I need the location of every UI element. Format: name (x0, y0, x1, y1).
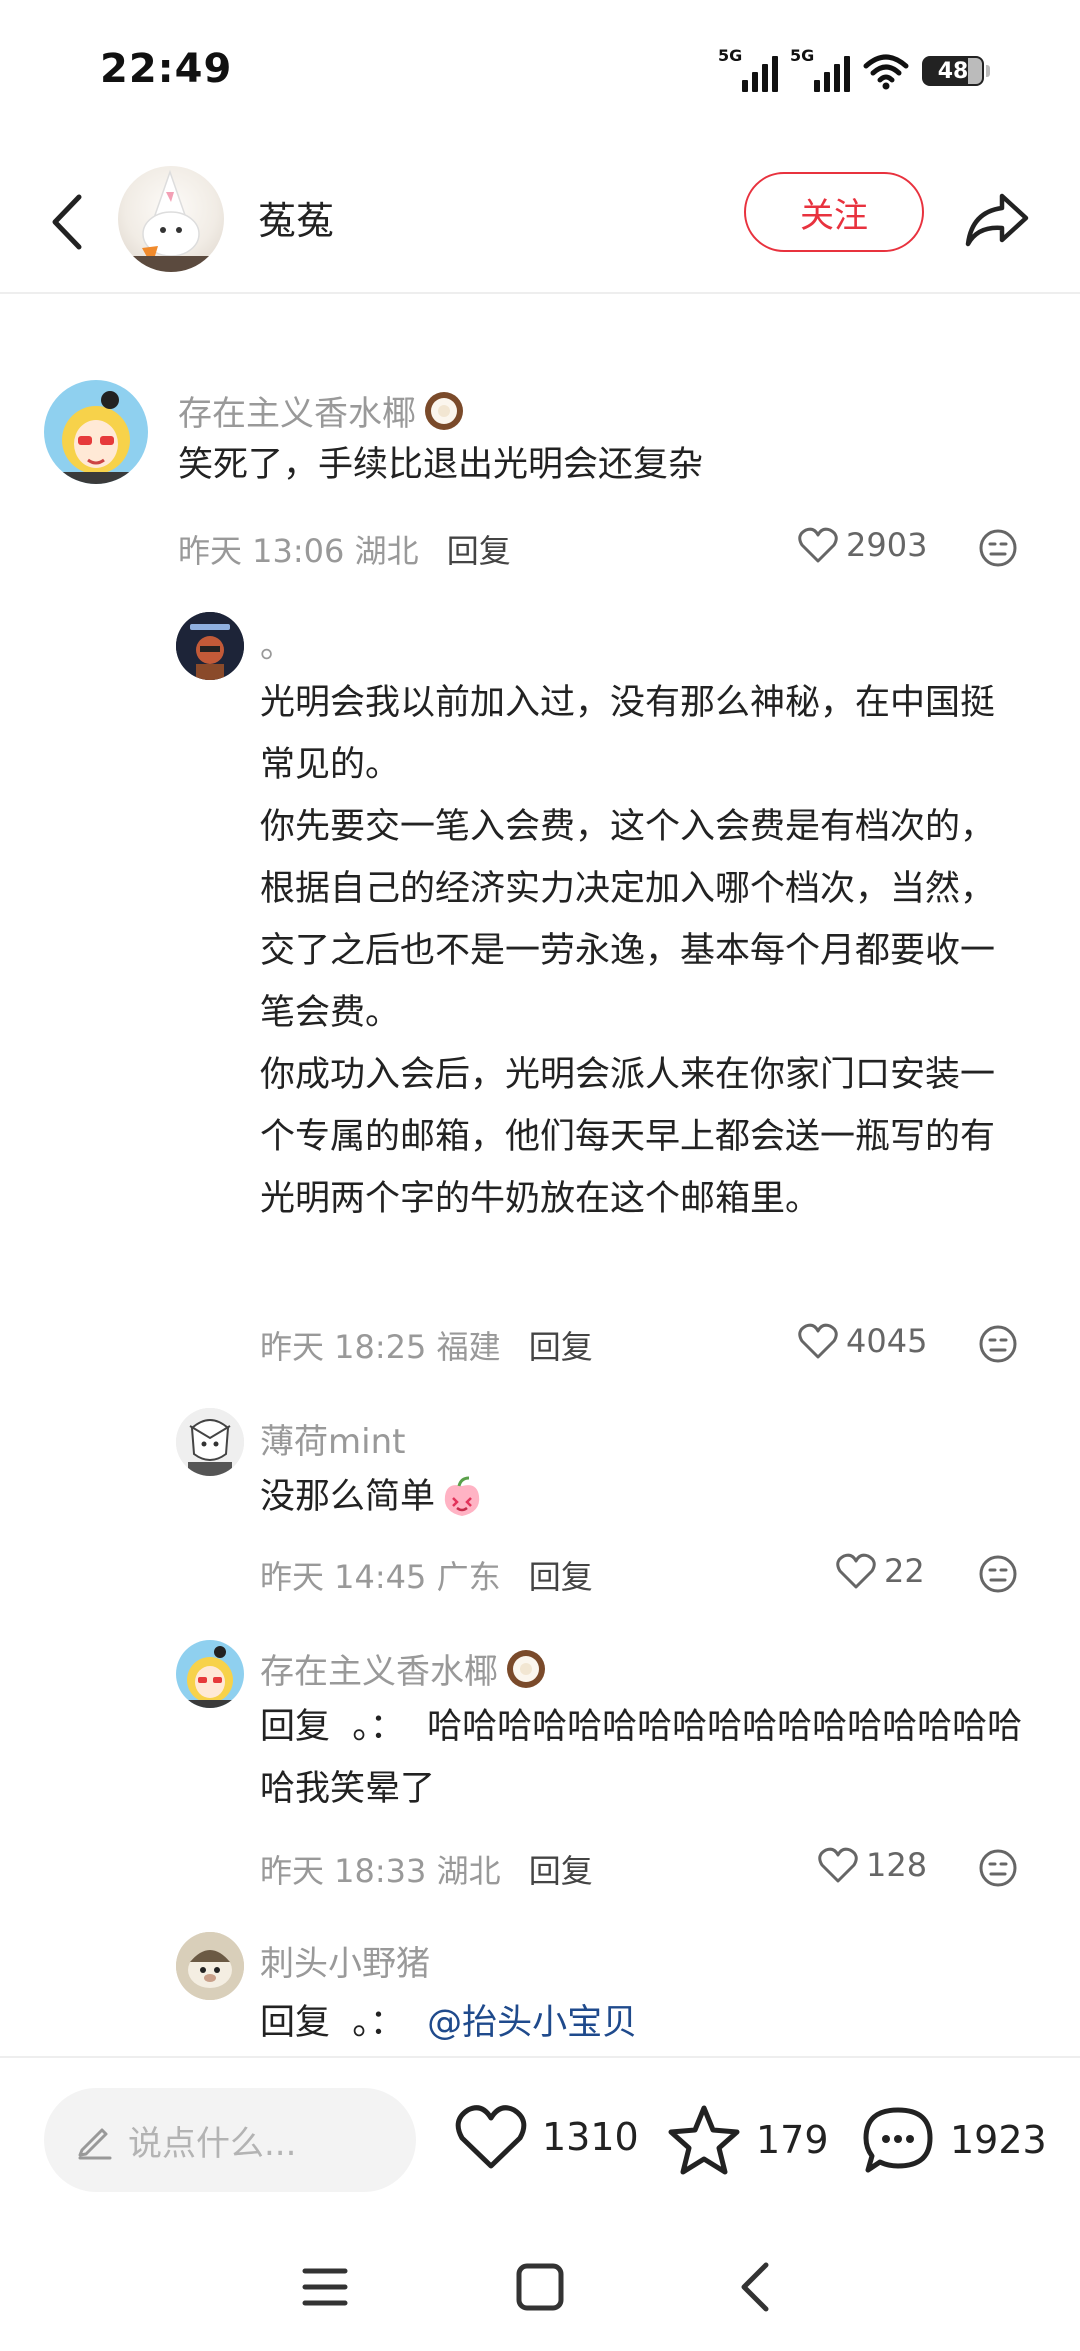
commenter-name[interactable]: 存在主义香水椰 (260, 1644, 548, 1693)
battery-icon: 48 (922, 56, 990, 86)
signal-icon-2: 5G (790, 46, 850, 92)
comment-meta: 昨天 14:45 广东 回复 (260, 1558, 593, 1596)
like-count: 2903 (846, 526, 928, 564)
commenter-avatar[interactable] (176, 1640, 244, 1708)
author-avatar[interactable] (118, 166, 224, 272)
comment-input[interactable]: 说点什么... (44, 2088, 416, 2192)
status-icons: 5G 5G 48 (718, 46, 990, 92)
collect-post-button[interactable]: 179 (666, 2104, 829, 2176)
comment-text: 没那么简单 (260, 1466, 1024, 1528)
heart-icon (836, 1553, 876, 1589)
peach-face-icon (444, 1476, 480, 1516)
comment-post-button[interactable]: 1923 (860, 2104, 1047, 2176)
like-count: 22 (884, 1552, 925, 1590)
home-button[interactable] (505, 2252, 575, 2322)
recent-apps-button[interactable] (290, 2252, 360, 2322)
coconut-icon (425, 391, 463, 430)
back-icon (52, 194, 82, 250)
comment-meta: 昨天 18:25 福建 回复 (260, 1328, 593, 1366)
commenter-name[interactable]: 薄荷mint (260, 1414, 405, 1463)
share-icon (965, 193, 1029, 247)
comment-text: 回复 。： @抬头小宝贝 (260, 2003, 638, 2043)
dislike-face-icon[interactable] (978, 528, 1018, 568)
dislike-face-icon[interactable] (978, 1554, 1018, 1594)
commenter-avatar[interactable] (176, 612, 244, 680)
sketch-character-avatar (176, 1408, 244, 1476)
like-button[interactable]: 2903 (798, 526, 927, 564)
heart-icon (798, 527, 838, 563)
commenter-avatar[interactable] (176, 1408, 244, 1476)
commenter-name[interactable]: 存在主义香水椰 (178, 386, 466, 435)
commenter-name[interactable]: 刺头小野猪 (260, 1936, 430, 1985)
comment-text: 笑死了，手续比退出光明会还复杂 (178, 445, 704, 485)
pencil-icon (78, 2128, 112, 2160)
commenter-avatar[interactable] (176, 1932, 244, 2000)
dislike-face-icon[interactable] (978, 1324, 1018, 1364)
post-comment-count: 1923 (950, 2118, 1047, 2162)
comment-text: 回复 。： 哈哈哈哈哈哈哈哈哈哈哈哈哈哈哈哈哈哈我笑晕了 (260, 1707, 1023, 1809)
dislike-face-icon[interactable] (978, 1848, 1018, 1888)
back-triangle-icon (741, 2262, 769, 2312)
home-square-icon (516, 2263, 564, 2311)
share-button[interactable] (960, 182, 1034, 256)
reply-button[interactable]: 回复 (529, 1328, 593, 1366)
mention-link[interactable]: @抬头小宝贝 (427, 2003, 637, 2043)
coconut-icon (507, 1649, 545, 1688)
heart-icon (455, 2105, 527, 2169)
star-icon (668, 2105, 740, 2175)
like-count: 4045 (846, 1322, 928, 1360)
like-button[interactable]: 128 (818, 1846, 927, 1884)
post-star-count: 179 (756, 2118, 829, 2162)
system-nav-bar (0, 2216, 1080, 2351)
status-bar: 22:49 5G 5G 48 (0, 0, 1080, 140)
like-button[interactable]: 4045 (798, 1322, 927, 1360)
heart-icon (798, 1323, 838, 1359)
bottom-action-bar: 说点什么... 1310 179 1923 (0, 2056, 1080, 2216)
comment-meta: 昨天 18:33 湖北 回复 (260, 1852, 593, 1890)
like-post-button[interactable]: 1310 (454, 2104, 639, 2170)
reply-button[interactable]: 回复 (529, 1852, 593, 1890)
comment-bubble-icon (863, 2107, 933, 2173)
post-header: 菟菟 关注 (0, 150, 1080, 294)
commenter-name[interactable]: 。 (260, 618, 294, 667)
battery-level: 48 (937, 58, 969, 84)
animal-avatar (176, 1932, 244, 2000)
back-button[interactable] (36, 186, 96, 258)
post-like-count: 1310 (542, 2115, 639, 2159)
heart-icon (818, 1847, 858, 1883)
author-avatar-image (118, 169, 224, 272)
dark-figure-avatar (176, 612, 244, 680)
commenter-avatar[interactable] (44, 380, 148, 484)
reply-button[interactable]: 回复 (447, 532, 511, 570)
cartoon-girl-avatar (44, 391, 148, 484)
wifi-icon (863, 54, 909, 90)
follow-button[interactable]: 关注 (744, 172, 924, 252)
status-time: 22:49 (100, 46, 233, 92)
comment-list[interactable]: 存在主义香水椰 笑死了，手续比退出光明会还复杂 昨天 13:06 湖北 回复 2… (0, 296, 1080, 2056)
system-back-button[interactable] (720, 2252, 790, 2322)
menu-icon (302, 2268, 348, 2306)
cartoon-girl-avatar (176, 1646, 244, 1708)
like-button[interactable]: 22 (836, 1552, 925, 1590)
author-name[interactable]: 菟菟 (258, 190, 334, 245)
comment-text: 光明会我以前加入过，没有那么神秘，在中国挺常见的。 你先要交一笔入会费，这个入会… (260, 683, 996, 1219)
comment-input-placeholder: 说点什么... (128, 2123, 297, 2164)
reply-button[interactable]: 回复 (529, 1558, 593, 1596)
comment-meta: 昨天 13:06 湖北 回复 (178, 532, 511, 570)
like-count: 128 (866, 1846, 928, 1884)
signal-icon: 5G (718, 46, 778, 92)
